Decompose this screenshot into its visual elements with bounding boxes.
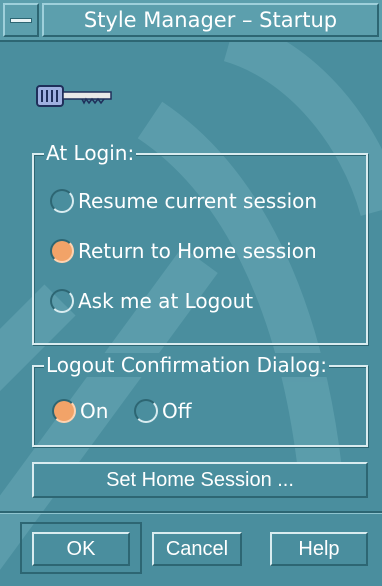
cancel-button[interactable]: Cancel (152, 532, 242, 566)
radio-button-on-icon (50, 239, 74, 263)
radio-label: Ask me at Logout (78, 289, 254, 313)
radio-label: Return to Home session (78, 239, 317, 263)
title-bar: Style Manager – Startup (0, 0, 382, 42)
radio-return-to-home-session[interactable]: Return to Home session (50, 239, 317, 263)
radio-resume-current-session[interactable]: Resume current session (50, 189, 317, 213)
radio-label: Resume current session (78, 189, 318, 213)
at-login-legend: At Login: (44, 141, 137, 165)
radio-label: Off (162, 399, 192, 423)
radio-button-on-icon (52, 399, 76, 423)
ok-button[interactable]: OK (32, 532, 130, 566)
at-login-group: At Login: Resume current session Return … (32, 141, 368, 345)
window-menu-icon (10, 18, 32, 23)
separator (0, 511, 382, 514)
radio-confirmation-off[interactable]: Off (134, 399, 192, 423)
logout-confirmation-legend: Logout Confirmation Dialog: (44, 353, 330, 377)
radio-label: On (80, 399, 109, 423)
radio-confirmation-on[interactable]: On (52, 399, 108, 423)
radio-button-off-icon (50, 289, 74, 313)
window-menu-button[interactable] (3, 3, 39, 37)
logout-confirmation-group: Logout Confirmation Dialog: On Off (32, 353, 368, 447)
radio-button-off-icon (134, 399, 158, 423)
radio-ask-me-at-logout[interactable]: Ask me at Logout (50, 289, 253, 313)
set-home-session-button[interactable]: Set Home Session ... (32, 462, 368, 498)
key-icon (36, 85, 112, 107)
window-title: Style Manager – Startup (42, 3, 379, 37)
radio-button-off-icon (50, 189, 74, 213)
help-button[interactable]: Help (270, 532, 368, 566)
